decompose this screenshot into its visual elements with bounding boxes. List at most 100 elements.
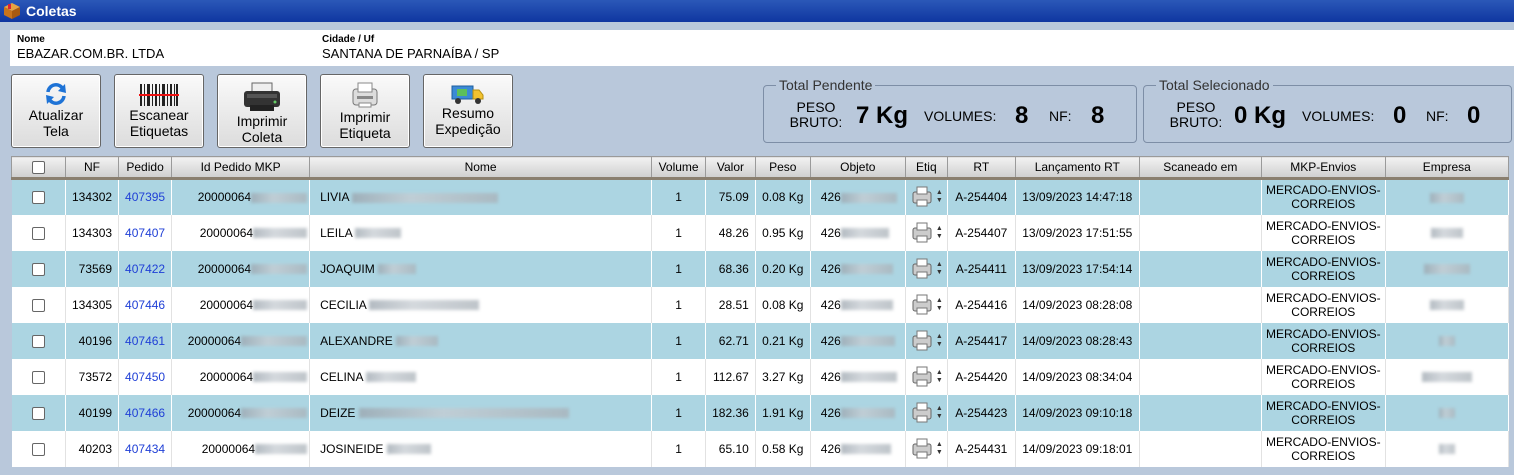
arrow-down-icon[interactable]: ▼	[936, 413, 943, 421]
print-label-icon[interactable]	[910, 330, 934, 352]
mkp-line-1: MERCADO-ENVIOS-	[1265, 362, 1381, 377]
row-select-cell[interactable]	[11, 178, 66, 215]
cell-scaneado-em	[1139, 286, 1262, 323]
row-select-cell[interactable]	[11, 358, 66, 395]
arrow-down-icon[interactable]: ▼	[936, 269, 943, 277]
pendente-volumes-label: VOLUMES:	[924, 108, 997, 124]
pedido-link[interactable]: 407422	[118, 250, 173, 287]
row-select-cell[interactable]	[11, 430, 66, 467]
arrow-up-icon[interactable]: ▲	[936, 297, 943, 305]
row-select-cell[interactable]	[11, 214, 66, 251]
header-id-pedido-mkp[interactable]: Id Pedido MKP	[171, 156, 311, 180]
etiq-spinner[interactable]: ▲ ▼	[936, 297, 943, 313]
row-select-cell[interactable]	[11, 286, 66, 323]
pedido-link[interactable]: 407450	[118, 358, 173, 395]
row-checkbox[interactable]	[31, 334, 45, 348]
row-checkbox[interactable]	[31, 406, 45, 420]
arrow-up-icon[interactable]: ▲	[936, 441, 943, 449]
table-row[interactable]: 134303 407407 20000064 LEILA 1 48.26 0.95 Kg 4…	[11, 214, 1509, 251]
arrow-down-icon[interactable]: ▼	[936, 305, 943, 313]
arrow-up-icon[interactable]: ▲	[936, 189, 943, 197]
pendente-nf-label: NF:	[1049, 108, 1072, 124]
row-checkbox[interactable]	[31, 442, 45, 456]
print-label-icon[interactable]	[910, 186, 934, 208]
etiq-spinner[interactable]: ▲ ▼	[936, 441, 943, 457]
print-label-icon[interactable]	[910, 402, 934, 424]
arrow-up-icon[interactable]: ▲	[936, 405, 943, 413]
header-peso[interactable]: Peso	[754, 156, 811, 180]
row-select-cell[interactable]	[11, 250, 66, 287]
arrow-up-icon[interactable]: ▲	[936, 261, 943, 269]
header-etiq[interactable]: Etiq	[904, 156, 948, 180]
objeto-text: 426	[820, 333, 841, 348]
table-row[interactable]: 40196 407461 20000064 ALEXANDRE 1 62.71 0.21 …	[11, 322, 1509, 359]
objeto-text: 426	[820, 297, 841, 312]
header-rt[interactable]: RT	[946, 156, 1016, 180]
row-checkbox[interactable]	[31, 226, 45, 240]
etiq-spinner[interactable]: ▲ ▼	[936, 405, 943, 421]
mkp-line-1: MERCADO-ENVIOS-	[1265, 434, 1381, 449]
header-scaneado-em[interactable]: Scaneado em	[1138, 156, 1262, 180]
imprimir-etiqueta-button[interactable]: Imprimir Etiqueta	[320, 74, 410, 148]
pedido-link[interactable]: 407395	[118, 178, 173, 215]
arrow-down-icon[interactable]: ▼	[936, 197, 943, 205]
table-row[interactable]: 40199 407466 20000064 DEIZE 1 182.36 1.91 Kg 4…	[11, 394, 1509, 431]
table-row[interactable]: 73572 407450 20000064 CELINA 1 112.67 3.27 Kg…	[11, 358, 1509, 395]
cell-objeto: 426	[810, 358, 906, 395]
header-nf[interactable]: NF	[64, 156, 120, 180]
pedido-link[interactable]: 407446	[118, 286, 173, 323]
arrow-down-icon[interactable]: ▼	[936, 449, 943, 457]
arrow-up-icon[interactable]: ▲	[936, 333, 943, 341]
pedido-link[interactable]: 407466	[118, 394, 173, 431]
arrow-down-icon[interactable]: ▼	[936, 341, 943, 349]
print-label-icon[interactable]	[910, 258, 934, 280]
imprimir-coleta-button[interactable]: Imprimir Coleta	[217, 74, 307, 148]
escanear-etiquetas-button[interactable]: Escanear Etiquetas	[114, 74, 204, 148]
row-checkbox[interactable]	[31, 262, 45, 276]
header-lancamento-rt[interactable]: Lançamento RT	[1014, 156, 1140, 180]
header-objeto[interactable]: Objeto	[809, 156, 906, 180]
select-all-checkbox[interactable]	[32, 161, 45, 175]
print-label-icon[interactable]	[910, 438, 934, 460]
cell-scaneado-em	[1139, 358, 1262, 395]
etiq-spinner[interactable]: ▲ ▼	[936, 333, 943, 349]
etiq-spinner[interactable]: ▲ ▼	[936, 225, 943, 241]
header-pedido[interactable]: Pedido	[118, 156, 173, 180]
etiq-spinner[interactable]: ▲ ▼	[936, 369, 943, 385]
etiq-spinner[interactable]: ▲ ▼	[936, 189, 943, 205]
arrow-up-icon[interactable]: ▲	[936, 225, 943, 233]
atualizar-tela-button[interactable]: Atualizar Tela	[11, 74, 101, 148]
pedido-link[interactable]: 407461	[118, 322, 173, 359]
cell-rt: A-254431	[947, 430, 1016, 467]
header-volume[interactable]: Volume	[651, 156, 707, 180]
print-label-icon[interactable]	[910, 294, 934, 316]
etiq-spinner[interactable]: ▲ ▼	[936, 261, 943, 277]
cell-id-pedido-mkp: 20000064	[171, 286, 311, 323]
header-empresa[interactable]: Empresa	[1384, 156, 1509, 180]
header-mkp-envios[interactable]: MKP-Envios	[1260, 156, 1386, 180]
table-row[interactable]: 40203 407434 20000064 JOSINEIDE 1 65.10 0.58 …	[11, 430, 1509, 467]
table-row[interactable]: 73569 407422 20000064 JOAQUIM 1 68.36 0.20 Kg…	[11, 250, 1509, 287]
row-checkbox[interactable]	[31, 370, 45, 384]
cell-nome: CELINA	[309, 358, 653, 395]
print-label-icon[interactable]	[910, 222, 934, 244]
pedido-link[interactable]: 407434	[118, 430, 173, 467]
header-nome[interactable]: Nome	[309, 156, 653, 180]
print-label-icon[interactable]	[910, 366, 934, 388]
arrow-down-icon[interactable]: ▼	[936, 377, 943, 385]
header-valor[interactable]: Valor	[705, 156, 756, 180]
row-select-cell[interactable]	[11, 394, 66, 431]
atualizar-label-1: Atualizar	[28, 107, 84, 123]
resumo-expedicao-button[interactable]: Resumo Expedição	[423, 74, 513, 148]
arrow-down-icon[interactable]: ▼	[936, 233, 943, 241]
row-checkbox[interactable]	[31, 298, 45, 312]
row-checkbox[interactable]	[31, 191, 45, 205]
row-select-cell[interactable]	[11, 322, 66, 359]
arrow-up-icon[interactable]: ▲	[936, 369, 943, 377]
table-row[interactable]: 134302 407395 20000064 LIVIA 1 75.09 0.08 Kg 4…	[11, 178, 1509, 215]
pedido-link[interactable]: 407407	[118, 214, 173, 251]
cell-empresa	[1385, 322, 1509, 359]
table-row[interactable]: 134305 407446 20000064 CECILIA 1 28.51 0.08 K…	[11, 286, 1509, 323]
select-all-header[interactable]	[11, 156, 66, 180]
imprimir-coleta-label-2: Coleta	[241, 129, 283, 145]
